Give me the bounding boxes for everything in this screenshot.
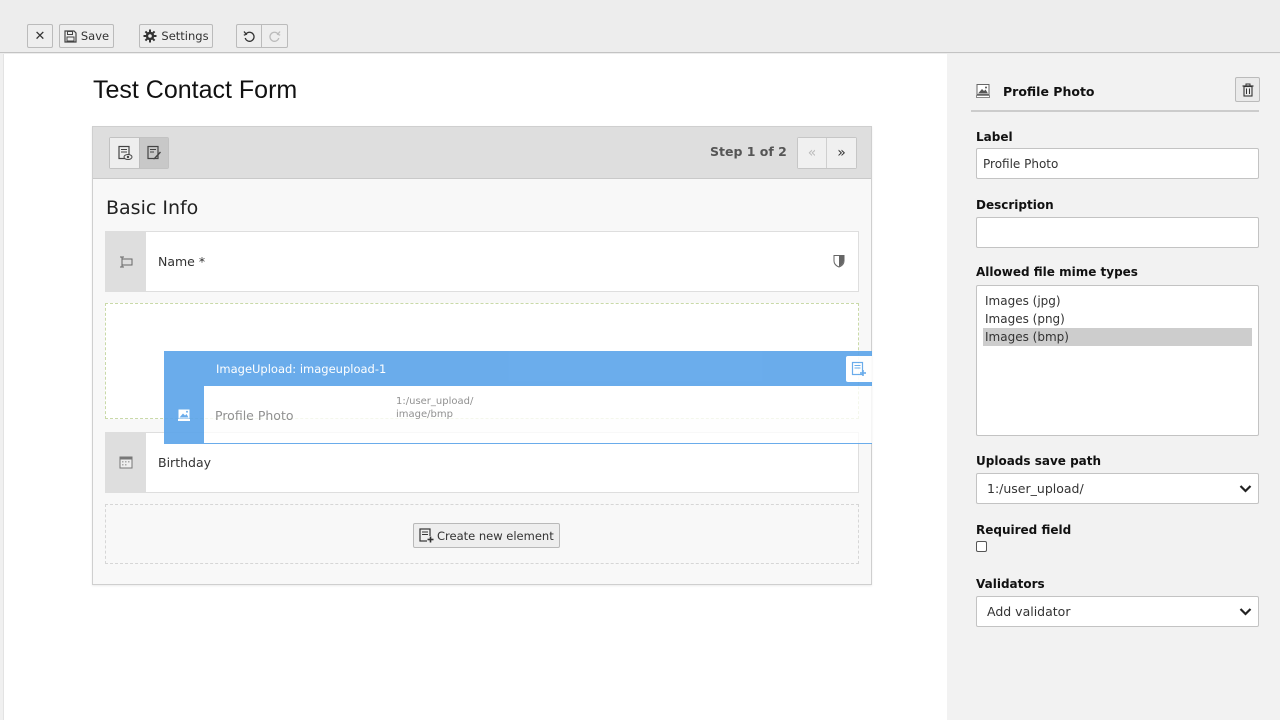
element-meta: 1:/user_upload/ image/bmp xyxy=(396,395,473,421)
inspector-title: Profile Photo xyxy=(1003,84,1095,99)
validators-select[interactable]: Add validator xyxy=(976,596,1259,627)
preview-mode-button[interactable] xyxy=(110,138,139,168)
settings-label: Settings xyxy=(161,29,209,43)
section-title: Basic Info xyxy=(106,197,199,219)
dragged-element-imageupload[interactable]: ImageUpload: imageupload-1 Profile Photo… xyxy=(164,351,872,444)
mime-option-png[interactable]: Images (png) xyxy=(983,310,1252,328)
add-element-icon xyxy=(851,361,866,376)
form-title: Test Contact Form xyxy=(93,76,298,104)
save-path-label: Uploads save path xyxy=(976,454,1102,468)
edit-mode-icon xyxy=(147,145,161,160)
mime-option-bmp[interactable]: Images (bmp) xyxy=(983,328,1252,346)
create-new-element-label: Create new element xyxy=(437,528,554,543)
dragged-element-body: Profile Photo 1:/user_upload/ image/bmp xyxy=(204,386,872,444)
validators-label: Validators xyxy=(976,577,1045,591)
chevron-down-icon xyxy=(1239,485,1252,493)
dragged-element-title: ImageUpload: imageupload-1 xyxy=(216,362,387,376)
settings-button[interactable]: Settings xyxy=(139,24,213,48)
inspector-header: Profile Photo xyxy=(971,76,1260,112)
text-field-icon xyxy=(120,256,133,267)
next-step-button[interactable]: » xyxy=(827,138,856,168)
description-input[interactable] xyxy=(976,217,1259,248)
mime-types-label: Allowed file mime types xyxy=(976,265,1138,279)
dragged-element-header: ImageUpload: imageupload-1 xyxy=(164,351,872,386)
element-gutter xyxy=(164,386,204,444)
save-icon xyxy=(64,29,77,43)
save-button[interactable]: Save xyxy=(59,24,114,48)
previous-step-button[interactable]: « xyxy=(798,138,827,168)
element-meta-path: 1:/user_upload/ xyxy=(396,396,474,407)
gear-icon xyxy=(143,29,157,43)
element-label: Profile Photo xyxy=(215,408,294,423)
add-element-icon xyxy=(419,528,434,543)
view-mode-toggle xyxy=(109,137,169,169)
chevron-down-icon xyxy=(1239,608,1252,616)
mime-option-jpg[interactable]: Images (jpg) xyxy=(983,292,1252,310)
element-label: Name * xyxy=(158,254,206,269)
element-label: Birthday xyxy=(158,455,212,470)
shield-icon xyxy=(833,255,845,268)
create-element-zone: Create new element xyxy=(105,504,859,564)
redo-icon xyxy=(269,30,281,42)
required-field-checkbox[interactable] xyxy=(976,541,987,552)
close-button[interactable]: ✕ xyxy=(27,24,53,48)
create-new-element-button[interactable]: Create new element xyxy=(413,523,560,548)
step-indicator: Step 1 of 2 xyxy=(710,144,787,159)
form-element-name[interactable]: Name * xyxy=(105,231,859,292)
add-element-after-button[interactable] xyxy=(846,356,872,382)
save-label: Save xyxy=(80,29,110,43)
label-field-label: Label xyxy=(976,130,1013,144)
mime-types-listbox[interactable]: Images (jpg) Images (png) Images (bmp) xyxy=(976,285,1259,436)
undo-icon xyxy=(242,30,255,42)
calendar-icon xyxy=(119,456,133,469)
trash-icon xyxy=(1242,83,1253,97)
undo-button[interactable] xyxy=(236,24,262,48)
preview-mode-icon xyxy=(117,145,132,160)
close-icon: ✕ xyxy=(34,28,46,44)
element-gutter xyxy=(106,232,146,291)
element-meta-mime: image/bmp xyxy=(396,409,453,420)
step-pager: « » xyxy=(797,137,857,169)
required-field-label: Required field xyxy=(976,523,1072,537)
image-icon xyxy=(976,84,990,98)
stage-header: Step 1 of 2 « » xyxy=(93,127,871,179)
image-icon xyxy=(178,409,190,421)
save-path-value: 1:/user_upload/ xyxy=(987,481,1084,496)
edit-mode-button[interactable] xyxy=(139,138,168,168)
validators-value: Add validator xyxy=(987,604,1071,619)
redo-button[interactable] xyxy=(262,24,288,48)
description-field-label: Description xyxy=(976,198,1054,212)
inspector-panel: Profile Photo Label Profile Photo Descri… xyxy=(947,54,1280,720)
save-path-select[interactable]: 1:/user_upload/ xyxy=(976,473,1259,504)
element-gutter xyxy=(106,433,146,492)
top-toolbar: ✕ Save Settings xyxy=(0,0,1280,53)
label-input[interactable]: Profile Photo xyxy=(976,148,1259,179)
delete-element-button[interactable] xyxy=(1235,77,1260,102)
